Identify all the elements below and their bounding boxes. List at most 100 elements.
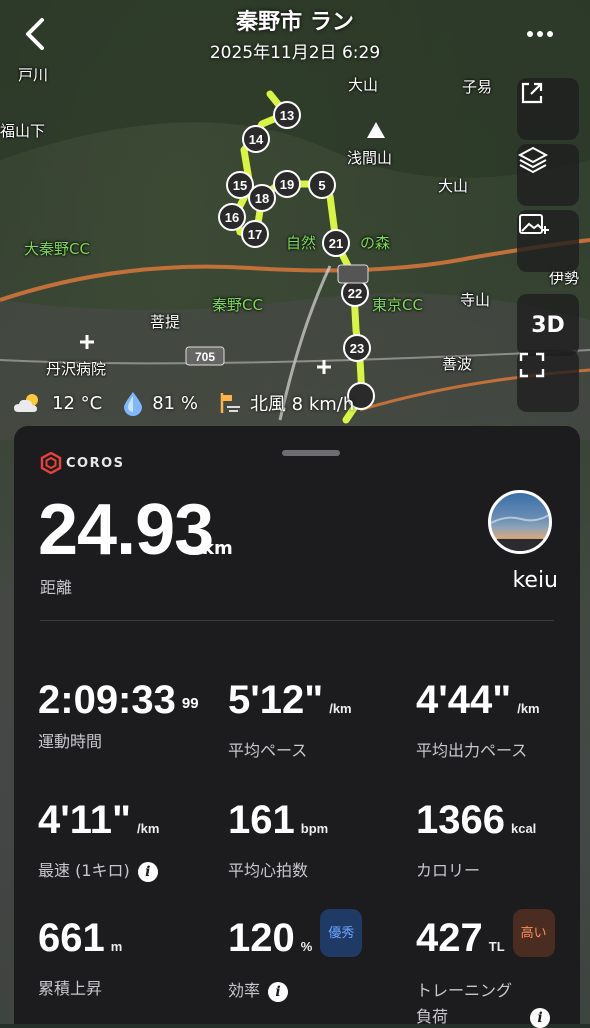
km-marker-19: 19 — [273, 170, 301, 198]
wind: 北風 8 km/h — [249, 394, 355, 415]
coros-logo-icon — [40, 452, 62, 474]
svg-text:705: 705 — [195, 350, 215, 364]
km-marker-22: 22 — [341, 279, 369, 307]
place-label: 秦野CC — [212, 296, 263, 314]
stat-fastest-km: 4'11" /km 最速 (1キロ) i — [38, 798, 159, 882]
coros-brand: COROS — [40, 452, 125, 474]
svg-text:23: 23 — [350, 341, 364, 356]
fullscreen-icon — [519, 352, 545, 378]
avatar-image — [491, 514, 549, 551]
stat-value: 2:09:33 — [38, 678, 176, 722]
place-label: 東京CC — [372, 296, 423, 314]
map-layers-button[interactable] — [517, 144, 579, 206]
stat-value: 120 — [228, 916, 295, 960]
activity-datetime: 2025年11月2日 6:29 — [209, 43, 381, 63]
km-marker-5: 5 — [308, 171, 336, 199]
distance-label: 距離 — [40, 578, 73, 597]
stat-elevation-gain: 661 m 累積上昇 — [38, 916, 122, 999]
header: 秦野市 ラン 2025年11月2日 6:29 — [0, 0, 590, 70]
humidity-drop-icon — [124, 392, 143, 416]
svg-text:14: 14 — [249, 132, 264, 147]
distance-unit: km — [202, 538, 233, 559]
status-badge: 優秀 — [320, 909, 363, 957]
svg-text:16: 16 — [225, 210, 239, 225]
place-label: 菩提 — [150, 313, 181, 331]
km-marker-21: 21 — [322, 229, 350, 257]
status-badge: 高い — [512, 909, 555, 957]
share-button[interactable] — [517, 78, 579, 140]
svg-text:18: 18 — [255, 191, 269, 206]
stat-value: 161 — [228, 798, 295, 842]
place-label: 大山 — [438, 177, 469, 195]
drag-handle[interactable] — [282, 450, 340, 456]
stat-duration: 2:09:33 99 運動時間 — [38, 678, 199, 752]
svg-text:13: 13 — [280, 108, 294, 123]
place-label: 自然 — [286, 234, 317, 252]
km-marker-16: 16 — [218, 203, 246, 231]
stat-value: 427 — [416, 916, 483, 960]
place-label: 善波 — [442, 355, 473, 373]
add-photo-button[interactable] — [517, 210, 579, 272]
stat-label: カロリー — [416, 861, 481, 880]
info-icon[interactable]: i — [530, 1007, 551, 1028]
stat-label: 運動時間 — [38, 732, 103, 751]
info-icon[interactable]: i — [137, 861, 158, 882]
stat-calories: 1366 kcal カロリー — [416, 798, 536, 881]
image-add-icon — [519, 214, 549, 234]
layers-icon — [517, 146, 549, 174]
svg-text:15: 15 — [233, 178, 247, 193]
avatar[interactable] — [488, 490, 552, 554]
stat-label: 効率 — [228, 981, 261, 1000]
stat-avg-pace: 5'12" /km 平均ペース — [228, 678, 352, 761]
km-marker-13: 13 — [273, 101, 301, 129]
stat-unit: kcal — [510, 821, 537, 836]
km-marker-14: 14 — [242, 125, 270, 153]
more-options-button[interactable] — [524, 22, 556, 46]
stat-avg-heart-rate: 161 bpm 平均心拍数 — [228, 798, 328, 881]
distance-value: 24.93 — [38, 490, 214, 570]
divider — [40, 620, 554, 621]
stat-label: 平均出力ペース — [416, 741, 528, 760]
svg-text:5: 5 — [318, 178, 325, 193]
svg-text:22: 22 — [348, 286, 362, 301]
stat-centiseconds: 99 — [181, 695, 199, 712]
stat-value: 4'44" — [416, 678, 512, 722]
place-label: 浅間山 — [347, 149, 393, 167]
humidity-item: 81 % — [122, 390, 198, 416]
stat-avg-power-pace: 4'44" /km 平均出力ペース — [416, 678, 540, 761]
three-d-label: 3D — [531, 312, 565, 338]
fullscreen-button[interactable] — [517, 350, 579, 412]
stat-unit: % — [300, 939, 313, 954]
page-title: 秦野市 ラン — [236, 10, 354, 35]
place-label: 福山下 — [0, 122, 46, 140]
place-label: 寺山 — [460, 291, 491, 309]
stat-label: 最速 (1キロ) — [38, 861, 130, 880]
share-icon — [521, 82, 543, 104]
stat-label-line2: 負荷 — [416, 1007, 449, 1026]
stat-unit: /km — [517, 701, 540, 716]
stat-label: 累積上昇 — [38, 979, 103, 998]
place-label: 大秦野CC — [24, 240, 90, 258]
weather-bar: 12 °C 81 % 北風 8 km/h — [12, 386, 374, 420]
stat-value: 5'12" — [228, 678, 324, 722]
partly-cloudy-icon — [14, 394, 38, 412]
humidity: 81 % — [152, 392, 198, 414]
three-d-button[interactable]: 3D — [517, 294, 579, 356]
stat-unit: /km — [329, 701, 352, 716]
stat-value: 661 — [38, 916, 105, 960]
info-icon[interactable]: i — [268, 981, 289, 1002]
stat-value: 4'11" — [38, 798, 132, 842]
stat-label: トレーニング — [416, 981, 513, 1000]
place-label: 子易 — [462, 78, 493, 96]
summary-card: COROS 24.93 km 距離 keiu 2:09:33 99 運動時間 5'… — [14, 426, 580, 1028]
temperature-item: 12 °C — [12, 391, 102, 415]
stat-unit: TL — [488, 939, 505, 954]
stat-label: 平均ペース — [228, 741, 308, 760]
km-marker-23: 23 — [343, 334, 371, 362]
stat-training-load: 427 TL 高い トレーニング 負荷 i — [416, 909, 555, 1028]
place-label: 丹沢病院 — [46, 360, 107, 378]
km-marker-18: 18 — [248, 184, 276, 212]
wind-flag-icon — [220, 393, 240, 413]
svg-text:19: 19 — [280, 177, 294, 192]
place-label: の森 — [360, 234, 391, 252]
